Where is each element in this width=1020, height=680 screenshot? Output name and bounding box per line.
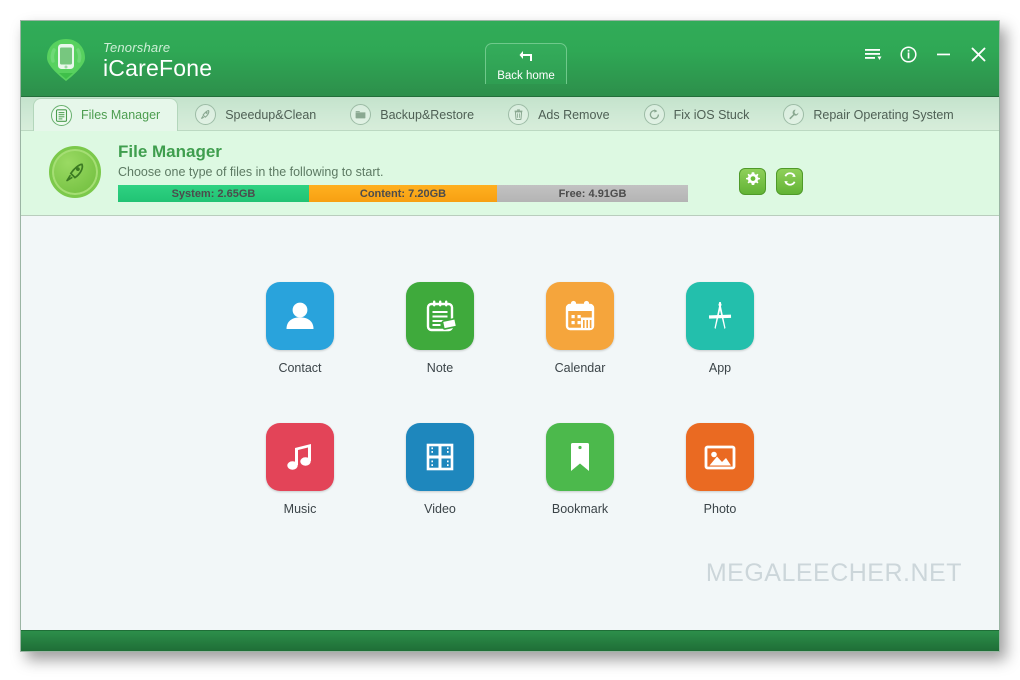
tile-row: Music Video Bookmark Photo	[230, 423, 790, 516]
tile-label: Calendar	[554, 361, 606, 375]
file-manager-text-block: File Manager Choose one type of files in…	[118, 142, 688, 202]
settings-button[interactable]	[739, 168, 766, 195]
bookmark-icon	[546, 423, 614, 491]
storage-usage-bar: System: 2.65GB Content: 7.20GB Free: 4.9…	[118, 185, 688, 202]
brand-logo-area: Tenorshare iCareFone	[41, 33, 212, 85]
tile-calendar[interactable]: Calendar	[510, 282, 650, 375]
tab-label: Fix iOS Stuck	[673, 107, 750, 122]
storage-segment-content: Content: 7.20GB	[308, 185, 498, 202]
tab-backup-restore[interactable]: Backup&Restore	[333, 99, 491, 130]
tile-video[interactable]: Video	[370, 423, 510, 516]
tile-label: Bookmark	[551, 502, 609, 516]
application-window: Tenorshare iCareFone Back home Files Man…	[20, 20, 1000, 652]
brand-vendor: Tenorshare	[103, 40, 171, 55]
tab-label: Ads Remove	[538, 107, 610, 122]
tile-app[interactable]: App	[650, 282, 790, 375]
rocket-icon	[195, 104, 217, 125]
tab-label: Repair Operating System	[813, 107, 954, 122]
close-x-icon[interactable]	[969, 45, 987, 63]
document-list-icon	[51, 104, 72, 126]
tab-ads-remove[interactable]: Ads Remove	[491, 99, 627, 130]
calendar-icon	[546, 282, 614, 350]
tile-label: App	[708, 361, 732, 375]
gear-icon	[745, 171, 761, 192]
rocket-badge-icon	[49, 146, 101, 198]
phone-pin-logo-icon	[41, 33, 91, 85]
sync-refresh-icon	[782, 171, 798, 192]
app-store-icon	[686, 282, 754, 350]
hamburger-menu-icon[interactable]	[864, 45, 882, 63]
tab-label: Files Manager	[81, 108, 161, 122]
file-type-grid: Contact Note Calendar App Music Video Bo…	[21, 282, 999, 516]
trash-can-icon	[508, 104, 530, 125]
minimize-icon[interactable]	[934, 45, 952, 63]
tab-label: Speedup&Clean	[225, 107, 317, 122]
tab-repair-operating-system[interactable]: Repair Operating System	[766, 99, 970, 130]
tab-speedup-clean[interactable]: Speedup&Clean	[178, 99, 333, 130]
tile-photo[interactable]: Photo	[650, 423, 790, 516]
music-note-icon	[266, 423, 334, 491]
refresh-button[interactable]	[776, 168, 803, 195]
tile-music[interactable]: Music	[230, 423, 370, 516]
tile-label: Note	[426, 361, 454, 375]
tile-contact[interactable]: Contact	[230, 282, 370, 375]
back-home-button[interactable]: Back home	[485, 43, 567, 84]
storage-segment-system: System: 2.65GB	[118, 185, 309, 202]
info-circle-icon[interactable]	[899, 45, 917, 63]
content-area: Contact Note Calendar App Music Video Bo…	[21, 216, 999, 630]
watermark-text: MEGALEECHER.NET	[705, 559, 962, 587]
contact-person-icon	[266, 282, 334, 350]
tile-label: Music	[283, 502, 317, 516]
wrench-icon	[783, 104, 805, 125]
window-controls	[864, 45, 987, 63]
tab-fix-ios-stuck[interactable]: Fix iOS Stuck	[627, 99, 767, 130]
tile-label: Video	[424, 502, 456, 516]
back-arrow-icon	[486, 49, 566, 69]
tab-files-manager[interactable]: Files Manager	[33, 98, 179, 131]
title-bar: Tenorshare iCareFone Back home	[21, 21, 999, 97]
tile-bookmark[interactable]: Bookmark	[510, 423, 650, 516]
folder-icon	[350, 104, 372, 125]
header-action-buttons	[739, 168, 803, 195]
tile-row: Contact Note Calendar App	[230, 282, 790, 375]
status-bar	[21, 630, 999, 651]
tile-note[interactable]: Note	[370, 282, 510, 375]
refresh-circle-icon	[643, 104, 665, 125]
file-manager-header: File Manager Choose one type of files in…	[21, 131, 999, 216]
page-subtitle: Choose one type of files in the followin…	[118, 165, 384, 179]
main-tab-bar: Files Manager Speedup&Clean Backup&Resto…	[21, 97, 999, 131]
notepad-icon	[406, 282, 474, 350]
back-home-label: Back home	[497, 70, 555, 82]
brand-product: iCareFone	[103, 55, 213, 81]
filmstrip-icon	[406, 423, 474, 491]
page-title: File Manager	[118, 142, 222, 161]
brand-text: Tenorshare iCareFone	[103, 38, 212, 80]
tile-label: Photo	[703, 502, 737, 516]
tab-label: Backup&Restore	[380, 107, 475, 122]
storage-segment-free: Free: 4.91GB	[497, 185, 688, 202]
photo-picture-icon	[686, 423, 754, 491]
tile-label: Contact	[278, 361, 322, 375]
